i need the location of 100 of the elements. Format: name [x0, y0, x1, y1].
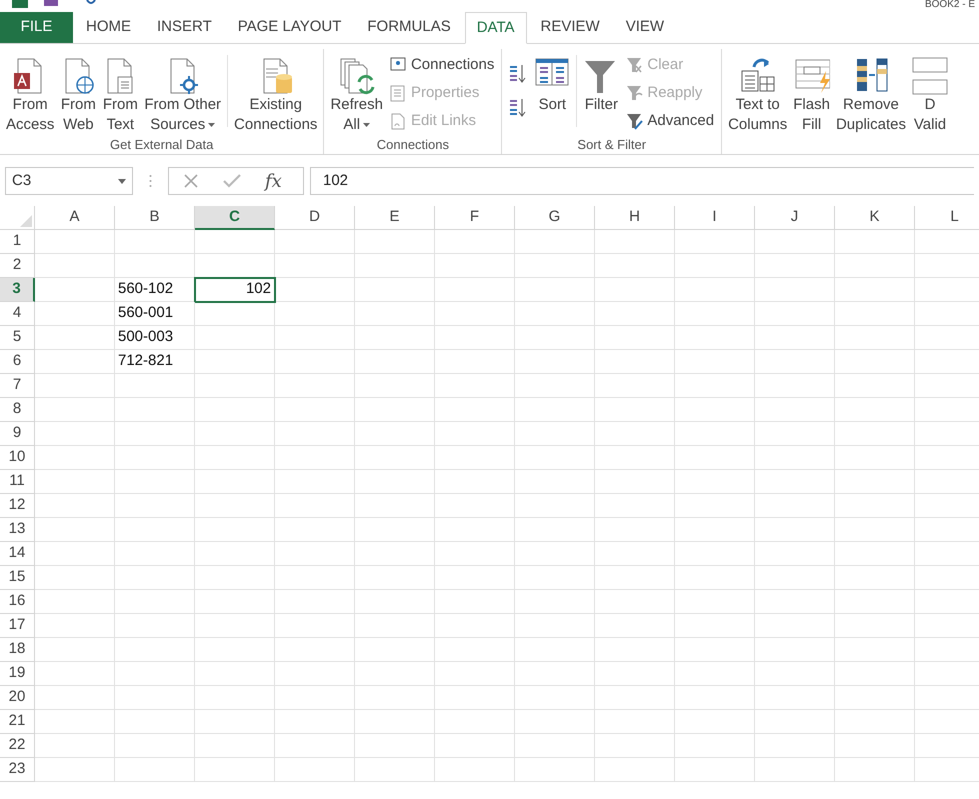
empty-cell[interactable] — [35, 374, 115, 398]
empty-cell[interactable] — [115, 758, 195, 782]
empty-cell[interactable] — [595, 278, 675, 302]
empty-cell[interactable] — [35, 422, 115, 446]
empty-cell[interactable] — [515, 230, 595, 254]
empty-cell[interactable] — [195, 398, 275, 422]
empty-cell[interactable] — [835, 230, 915, 254]
empty-cell[interactable] — [675, 734, 755, 758]
empty-cell[interactable] — [755, 446, 835, 470]
empty-cell[interactable] — [355, 350, 435, 374]
empty-cell[interactable] — [435, 446, 515, 470]
empty-cell[interactable] — [275, 470, 355, 494]
empty-cell[interactable] — [115, 638, 195, 662]
empty-cell[interactable] — [35, 518, 115, 542]
dropdown-caret-icon[interactable] — [118, 178, 126, 184]
empty-cell[interactable] — [195, 446, 275, 470]
insert-function-button[interactable]: fx — [265, 168, 282, 194]
ribbon-button[interactable]: Sort — [531, 49, 574, 115]
empty-cell[interactable] — [515, 638, 595, 662]
empty-cell[interactable] — [435, 542, 515, 566]
empty-cell[interactable] — [195, 686, 275, 710]
ribbon-tab[interactable]: DATA — [464, 12, 526, 44]
empty-cell[interactable] — [515, 518, 595, 542]
empty-cell[interactable] — [755, 734, 835, 758]
empty-cell[interactable] — [595, 686, 675, 710]
empty-cell[interactable] — [675, 470, 755, 494]
empty-cell[interactable] — [275, 326, 355, 350]
empty-cell[interactable] — [35, 494, 115, 518]
empty-cell[interactable] — [675, 302, 755, 326]
empty-cell[interactable] — [835, 326, 915, 350]
empty-cell[interactable] — [835, 470, 915, 494]
empty-cell[interactable] — [755, 398, 835, 422]
empty-cell[interactable] — [755, 518, 835, 542]
ribbon-button[interactable]: Filter — [580, 49, 622, 115]
empty-cell[interactable] — [835, 662, 915, 686]
empty-cell[interactable] — [355, 470, 435, 494]
empty-cell[interactable] — [515, 254, 595, 278]
empty-cell[interactable] — [195, 566, 275, 590]
empty-cell[interactable] — [595, 254, 675, 278]
empty-cell[interactable] — [355, 542, 435, 566]
empty-cell[interactable] — [35, 542, 115, 566]
empty-cell[interactable] — [195, 326, 275, 350]
empty-cell[interactable] — [595, 734, 675, 758]
empty-cell[interactable] — [675, 374, 755, 398]
row-header[interactable]: 23 — [0, 758, 35, 782]
empty-cell[interactable] — [115, 686, 195, 710]
empty-cell[interactable] — [355, 734, 435, 758]
empty-cell[interactable] — [195, 590, 275, 614]
empty-cell[interactable] — [595, 374, 675, 398]
empty-cell[interactable] — [195, 758, 275, 782]
empty-cell[interactable] — [355, 614, 435, 638]
file-tab[interactable]: FILE — [0, 11, 73, 43]
empty-cell[interactable] — [355, 566, 435, 590]
row-header[interactable]: 7 — [0, 374, 35, 398]
empty-cell[interactable] — [595, 518, 675, 542]
empty-cell[interactable] — [115, 230, 195, 254]
ribbon-button[interactable]: Connections — [390, 51, 494, 79]
empty-cell[interactable] — [755, 662, 835, 686]
empty-cell[interactable] — [515, 566, 595, 590]
ribbon-tab[interactable]: VIEW — [614, 11, 676, 43]
row-header[interactable]: 5 — [0, 326, 35, 350]
empty-cell[interactable] — [595, 230, 675, 254]
empty-cell[interactable] — [35, 230, 115, 254]
empty-cell[interactable] — [755, 566, 835, 590]
empty-cell[interactable] — [275, 590, 355, 614]
empty-cell[interactable] — [195, 710, 275, 734]
empty-cell[interactable] — [275, 446, 355, 470]
empty-cell[interactable] — [35, 350, 115, 374]
empty-cell[interactable] — [195, 614, 275, 638]
empty-cell[interactable] — [35, 446, 115, 470]
empty-cell[interactable] — [515, 374, 595, 398]
empty-cell[interactable] — [355, 494, 435, 518]
empty-cell[interactable] — [435, 734, 515, 758]
empty-cell[interactable] — [355, 302, 435, 326]
empty-cell[interactable] — [755, 422, 835, 446]
ribbon-button[interactable]: From Other Sources — [141, 49, 224, 135]
empty-cell[interactable] — [275, 398, 355, 422]
empty-cell[interactable] — [355, 230, 435, 254]
empty-cell[interactable] — [755, 230, 835, 254]
empty-cell[interactable] — [275, 374, 355, 398]
save-icon[interactable] — [44, 0, 58, 6]
empty-cell[interactable] — [595, 398, 675, 422]
empty-cell[interactable] — [435, 494, 515, 518]
empty-cell[interactable] — [355, 374, 435, 398]
empty-cell[interactable] — [515, 710, 595, 734]
empty-cell[interactable] — [595, 662, 675, 686]
empty-cell[interactable] — [115, 398, 195, 422]
empty-cell[interactable] — [115, 470, 195, 494]
table-cell[interactable]: 560-102 — [115, 278, 195, 302]
table-cell[interactable]: 560-001 — [115, 302, 195, 326]
empty-cell[interactable] — [835, 350, 915, 374]
empty-cell[interactable] — [515, 590, 595, 614]
empty-cell[interactable] — [35, 302, 115, 326]
empty-cell[interactable] — [835, 494, 915, 518]
empty-cell[interactable] — [275, 278, 355, 302]
empty-cell[interactable] — [755, 470, 835, 494]
empty-cell[interactable] — [595, 302, 675, 326]
column-header[interactable]: F — [435, 206, 515, 230]
empty-cell[interactable] — [835, 590, 915, 614]
empty-cell[interactable] — [675, 542, 755, 566]
